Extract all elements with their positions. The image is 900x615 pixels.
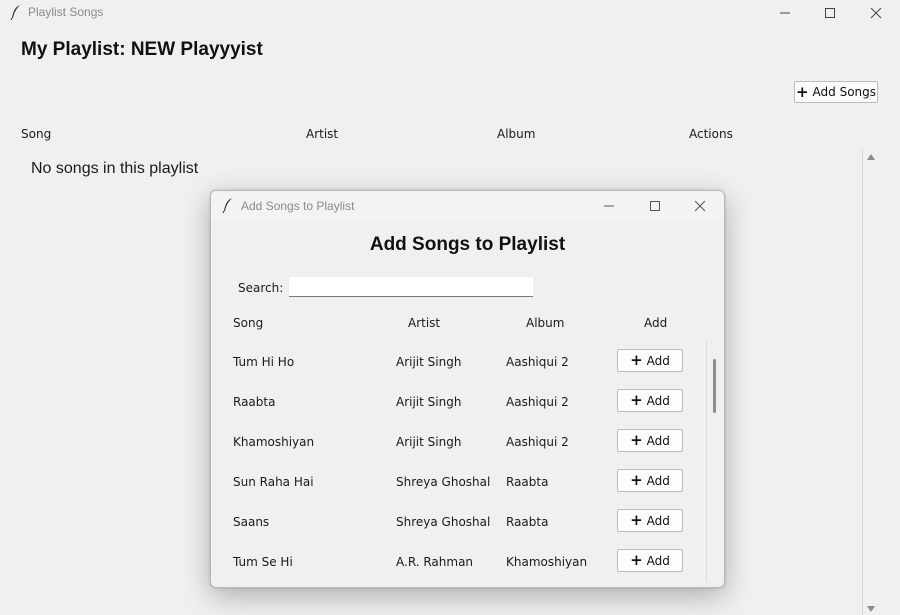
feather-icon [222,198,232,213]
scroll-up-icon[interactable] [866,153,876,161]
add-songs-dialog: Add Songs to Playlist Add Songs to Playl… [210,190,725,588]
song-artist: Shreya Ghoshal [396,475,491,489]
close-icon [870,7,882,19]
add-songs-label: Add Songs [812,85,877,99]
search-label: Search: [238,281,284,295]
dialog-title: Add Songs to Playlist [241,199,355,213]
song-artist: Arijit Singh [396,355,462,369]
add-label: Add [646,473,670,488]
song-album: Aashiqui 2 [506,355,569,369]
maximize-icon [825,8,835,18]
song-title: Saans [233,515,270,529]
add-song-button[interactable]: + Add [617,349,683,372]
dialog-close-button[interactable] [677,193,723,219]
close-icon [694,200,706,212]
maximize-icon [650,201,660,211]
window-title: Playlist Songs [28,5,104,19]
scrollbar-track [862,150,863,615]
plus-icon: + [795,82,809,101]
add-songs-button[interactable]: + Add Songs [794,81,878,103]
song-album: Aashiqui 2 [506,395,569,409]
song-title: Sun Raha Hai [233,475,314,489]
song-artist: Shreya Ghoshal [396,515,491,529]
dialog-column-add: Add [644,316,668,330]
song-album: Khamoshiyan [506,555,588,569]
dialog-titlebar: Add Songs to Playlist [211,191,724,221]
dialog-scrollbar-track [706,341,707,583]
empty-playlist-message: No songs in this playlist [31,160,199,177]
dialog-column-artist: Artist [408,316,441,330]
plus-icon: + [630,471,643,489]
dialog-column-song: Song [233,316,264,330]
song-title: Tum Se Hi [233,555,293,569]
song-artist: Arijit Singh [396,395,462,409]
page-title: My Playlist: NEW Playyyist [21,39,263,60]
song-title: Raabta [233,395,276,409]
add-song-button[interactable]: + Add [617,509,683,532]
plus-icon: + [630,511,643,529]
add-song-button[interactable]: + Add [617,389,683,412]
dialog-scrollbar-thumb[interactable] [713,359,716,413]
add-label: Add [646,433,670,448]
minimize-icon [604,205,614,207]
dialog-maximize-button[interactable] [632,193,678,219]
column-header-song: Song [21,127,52,141]
plus-icon: + [630,351,643,369]
song-artist: A.R. Rahman [396,555,474,569]
song-title: Khamoshiyan [233,435,315,449]
dialog-column-album: Album [526,316,565,330]
plus-icon: + [630,431,643,449]
song-album: Aashiqui 2 [506,435,569,449]
minimize-button[interactable] [762,0,808,26]
add-song-button[interactable]: + Add [617,549,683,572]
song-row: Tum Se Hi A.R. Rahman Khamoshiyan + Add [211,549,711,587]
plus-icon: + [630,391,643,409]
add-label: Add [646,353,670,368]
maximize-button[interactable] [807,0,853,26]
main-titlebar: Playlist Songs [0,0,900,26]
column-header-actions: Actions [689,127,733,141]
song-title: Tum Hi Ho [233,355,295,369]
scroll-down-icon[interactable] [866,605,876,613]
add-label: Add [646,553,670,568]
plus-icon: + [630,551,643,569]
close-button[interactable] [853,0,899,26]
column-header-artist: Artist [306,127,339,141]
song-album: Raabta [506,515,549,529]
feather-icon [10,5,20,20]
search-input[interactable] [289,277,533,297]
add-label: Add [646,393,670,408]
dialog-minimize-button[interactable] [586,193,632,219]
dialog-heading: Add Songs to Playlist [369,234,566,255]
add-song-button[interactable]: + Add [617,429,683,452]
add-label: Add [646,513,670,528]
column-header-album: Album [497,127,536,141]
add-song-button[interactable]: + Add [617,469,683,492]
song-artist: Arijit Singh [396,435,462,449]
song-album: Raabta [506,475,549,489]
minimize-icon [780,12,790,14]
